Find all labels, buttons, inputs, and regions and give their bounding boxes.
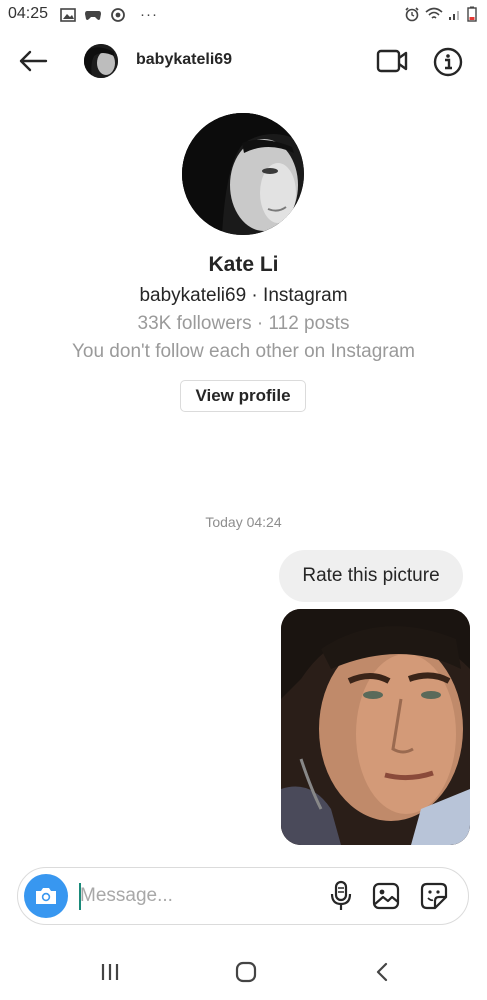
home-button[interactable] <box>234 961 258 983</box>
profile-stats: 33K followers · 112 posts <box>137 313 350 334</box>
profile-avatar[interactable] <box>182 113 304 235</box>
header-username[interactable]: babykateli69 <box>136 51 232 69</box>
video-camera-icon <box>376 49 408 73</box>
video-call-button[interactable] <box>376 48 408 74</box>
follow-status: You don't follow each other on Instagram <box>71 341 416 362</box>
sent-photo <box>281 609 470 845</box>
status-time: 04:25 <box>8 5 49 22</box>
signal-icon <box>449 11 459 20</box>
header-avatar[interactable] <box>84 44 118 78</box>
home-icon <box>235 961 257 983</box>
profile-handle: babykateli69 · Instagram <box>139 285 348 306</box>
battery-icon <box>467 6 477 22</box>
gallery-button[interactable] <box>371 881 401 911</box>
profile-photo <box>182 113 304 235</box>
microphone-icon <box>330 880 352 910</box>
status-bar: 04:25 ··· <box>0 0 487 30</box>
message-input[interactable] <box>80 882 310 910</box>
wifi-icon <box>425 7 443 19</box>
camera-icon <box>36 888 56 904</box>
sent-message-bubble[interactable]: Rate this picture <box>279 550 463 602</box>
gallery-icon <box>372 882 400 910</box>
recents-icon <box>101 964 119 980</box>
sticker-button[interactable] <box>419 881 449 911</box>
more-notifications-indicator: ··· <box>140 6 158 23</box>
game-notification-icon <box>85 10 101 20</box>
sticker-icon <box>420 882 448 910</box>
message-composer <box>17 867 469 925</box>
info-button[interactable] <box>433 47 463 77</box>
sent-image-message[interactable] <box>281 609 470 845</box>
camera-button[interactable] <box>24 874 68 918</box>
system-back-button[interactable] <box>372 961 392 983</box>
sync-notification-icon <box>111 7 125 22</box>
gallery-notification-icon <box>60 7 76 22</box>
voice-message-button[interactable] <box>326 880 356 912</box>
system-nav-bar <box>0 945 487 1000</box>
profile-name: Kate Li <box>208 253 279 276</box>
back-arrow-icon <box>19 50 48 72</box>
back-button[interactable] <box>16 46 50 76</box>
avatar-photo <box>84 44 118 78</box>
view-profile-button[interactable]: View profile <box>180 380 306 412</box>
alarm-icon <box>405 7 419 22</box>
recents-button[interactable] <box>98 961 122 983</box>
info-icon <box>433 47 463 77</box>
message-timestamp: Today 04:24 <box>205 514 282 530</box>
chat-header: babykateli69 <box>0 36 487 86</box>
chevron-left-icon <box>376 962 388 982</box>
